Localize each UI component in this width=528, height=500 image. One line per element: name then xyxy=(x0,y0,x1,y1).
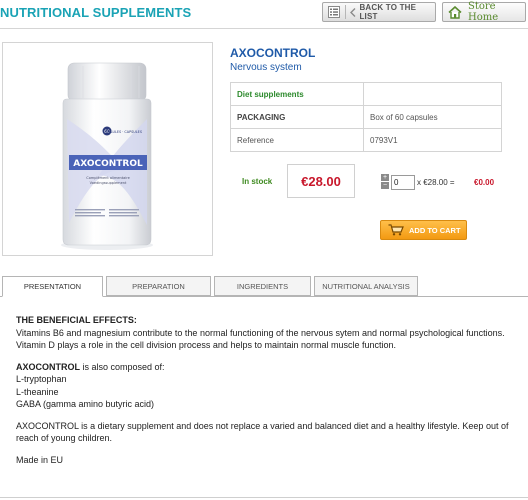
quantity-stepper: + − xyxy=(381,174,389,190)
ingredient-item: GABA (gamma amino butyric acid) xyxy=(16,399,155,409)
chevron-left-icon xyxy=(349,4,357,20)
quantity-input[interactable]: 0 xyxy=(391,175,415,190)
unit-price-expression: x €28.00 = xyxy=(417,178,455,187)
plus-icon[interactable]: + xyxy=(381,174,389,181)
composition-intro: AXOCONTROL is also composed of: xyxy=(16,361,516,374)
product-subtitle: Nervous system xyxy=(230,62,302,73)
presentation-content: THE BENEFICIAL EFFECTS: Vitamins B6 and … xyxy=(16,314,516,466)
bottle-brand-label: AXOCONTROL xyxy=(73,159,143,169)
tab-nutritional-analysis[interactable]: NUTRITIONAL ANALYSIS xyxy=(314,276,418,296)
reference-value: 0793V1 xyxy=(363,128,502,152)
reference-label: Reference xyxy=(230,128,364,152)
minus-icon[interactable]: − xyxy=(381,182,389,189)
effects-line-2: Vitamin D plays a role in the cell divis… xyxy=(16,340,397,350)
footer-divider xyxy=(0,497,528,498)
table-row: PACKAGING Box of 60 capsules xyxy=(230,105,502,129)
empty-cell xyxy=(363,82,502,106)
ingredient-item: L-theanine xyxy=(16,386,59,397)
back-to-list-button[interactable]: BACK TO THE LIST xyxy=(322,2,436,22)
store-home-label: Store Home xyxy=(467,1,499,23)
button-divider xyxy=(344,5,346,19)
effects-heading: THE BENEFICIAL EFFECTS: xyxy=(16,315,137,325)
price-box: €28.00 xyxy=(287,164,355,198)
composition-product-name: AXOCONTROL xyxy=(16,361,80,372)
back-to-list-label: BACK TO THE LIST xyxy=(359,3,417,21)
price: €28.00 xyxy=(301,173,341,189)
category-link[interactable]: Diet supplements xyxy=(230,82,364,106)
cart-icon xyxy=(387,223,405,237)
bottle-badge-text: GÉLULES · CAPSULES xyxy=(106,129,142,134)
add-to-cart-label: ADD TO CART xyxy=(409,225,461,235)
packaging-label: PACKAGING xyxy=(230,105,364,129)
composition-text: is also composed of: xyxy=(80,361,165,372)
product-name: AXOCONTROL xyxy=(230,46,316,60)
add-to-cart-button[interactable]: ADD TO CART xyxy=(380,220,467,240)
store-home-button[interactable]: Store Home xyxy=(442,1,526,23)
ingredient-item: L-tryptophan xyxy=(16,374,67,384)
effects-line-1: Vitamins B6 and magnesium contribute to … xyxy=(16,327,505,338)
svg-text:Voedingssupplement: Voedingssupplement xyxy=(90,181,127,185)
page-title: NUTRITIONAL SUPPLEMENTS xyxy=(0,5,192,20)
table-row: Reference 0793V1 xyxy=(230,128,502,152)
disclaimer: AXOCONTROL is a dietary supplement and d… xyxy=(16,420,509,444)
packaging-value: Box of 60 capsules xyxy=(363,105,502,129)
tab-ingredients[interactable]: INGREDIENTS xyxy=(214,276,311,296)
header-divider xyxy=(0,28,528,29)
total-price: €0.00 xyxy=(474,178,495,187)
tab-presentation[interactable]: PRESENTATION xyxy=(2,276,103,297)
product-image[interactable]: 60 GÉLULES · CAPSULES AXOCONTROL Complém… xyxy=(2,42,213,256)
product-info-table: Diet supplements PACKAGING Box of 60 cap… xyxy=(230,82,502,152)
svg-text:Complément alimentaire: Complément alimentaire xyxy=(86,176,129,180)
list-icon xyxy=(326,4,342,20)
table-row: Diet supplements xyxy=(230,82,502,106)
home-icon xyxy=(448,4,463,20)
origin: Made in EU xyxy=(16,454,64,465)
stock-status: In stock xyxy=(242,177,273,186)
tab-preparation[interactable]: PREPARATION xyxy=(106,276,211,296)
